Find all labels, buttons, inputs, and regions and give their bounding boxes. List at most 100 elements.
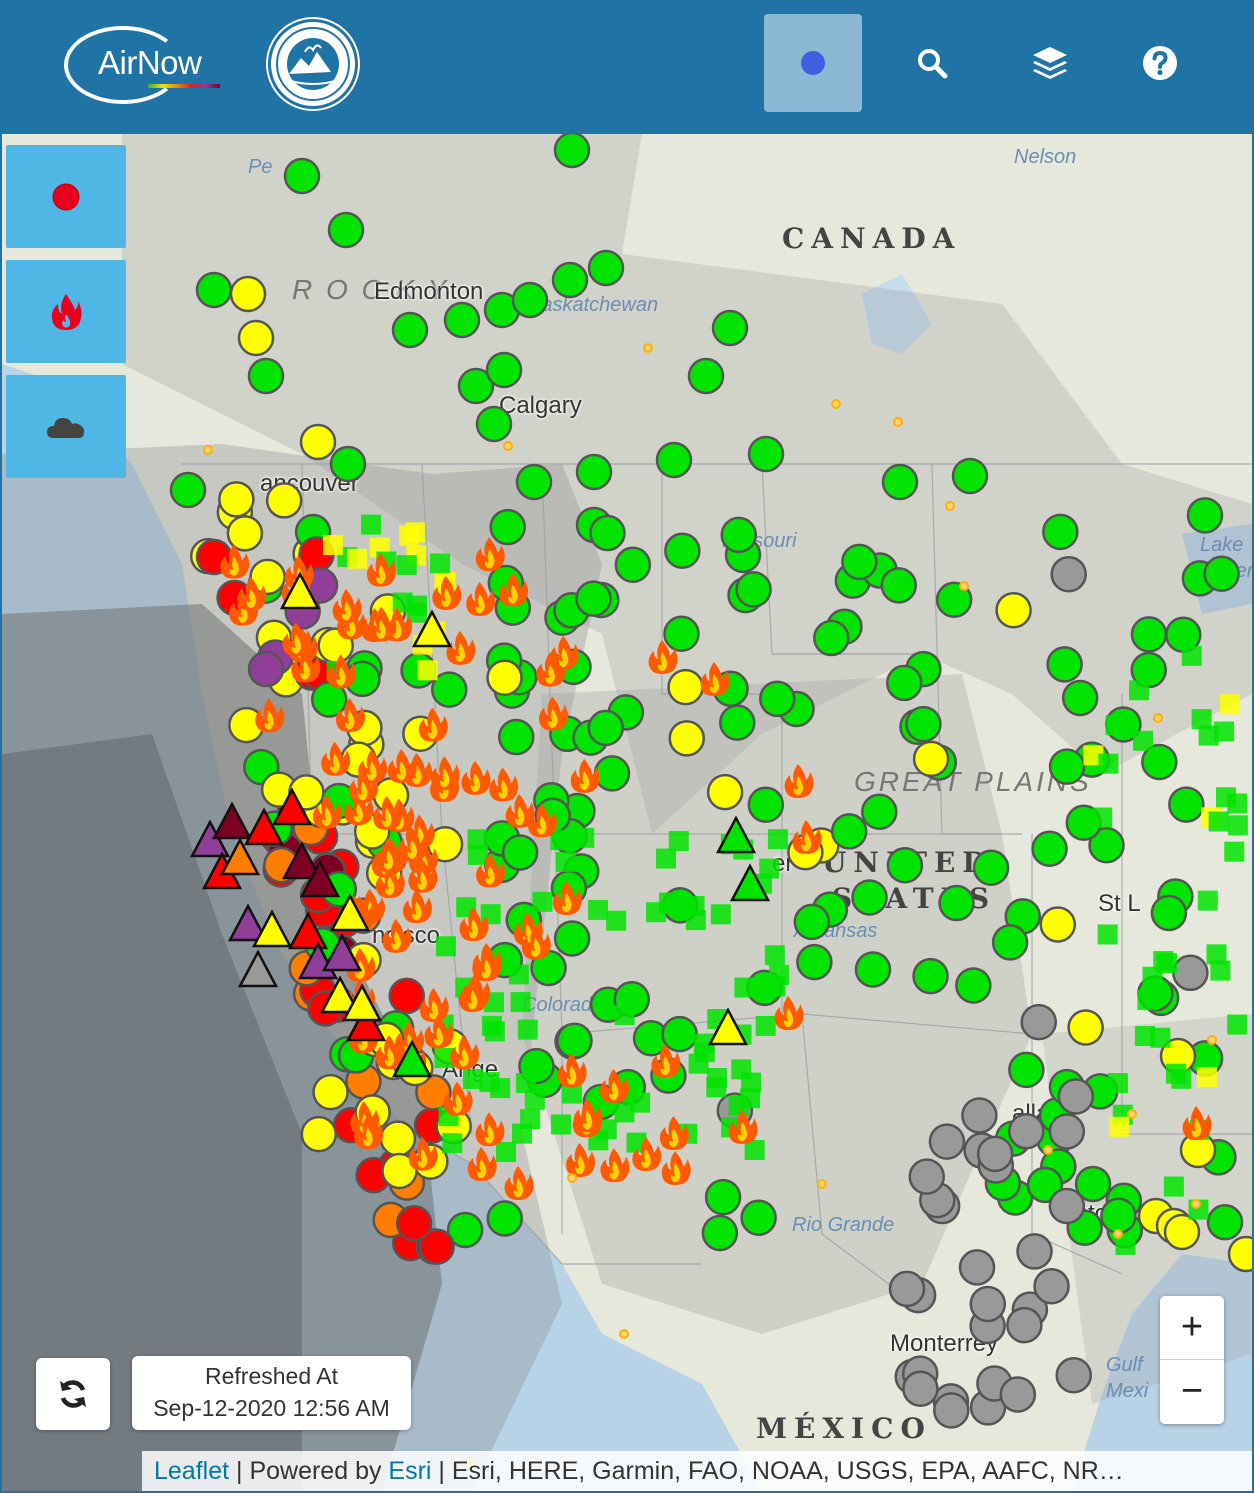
- monitor-marker[interactable]: [976, 1135, 1014, 1173]
- monitor-marker[interactable]: [299, 423, 337, 461]
- monitor-marker[interactable]: [1048, 748, 1086, 785]
- monitor-marker[interactable]: [589, 514, 626, 552]
- airnow-logo[interactable]: AirNow: [64, 22, 229, 108]
- monitor-marker[interactable]: [587, 249, 625, 287]
- monitor-marker[interactable]: [706, 773, 744, 811]
- monitor-marker[interactable]: [556, 1022, 593, 1060]
- monitor-marker[interactable]: [663, 615, 700, 652]
- fire-marker[interactable]: [418, 707, 448, 742]
- monitor-marker[interactable]: [830, 813, 868, 850]
- sensor-marker[interactable]: [1224, 841, 1245, 862]
- fire-marker[interactable]: [387, 749, 417, 784]
- sensor-marker[interactable]: [755, 1015, 776, 1036]
- monitor-marker[interactable]: [443, 301, 481, 339]
- sensor-marker[interactable]: [1109, 1116, 1130, 1137]
- sensor-marker[interactable]: [1227, 815, 1248, 836]
- hotspot-marker[interactable]: [1127, 1109, 1137, 1119]
- fire-marker[interactable]: [659, 1116, 689, 1151]
- monitor-marker[interactable]: [593, 755, 631, 792]
- fire-marker[interactable]: [538, 696, 569, 731]
- monitor-marker[interactable]: [475, 405, 513, 443]
- sensor-marker[interactable]: [1165, 1063, 1186, 1084]
- monitor-marker[interactable]: [704, 1178, 742, 1216]
- monitor-marker[interactable]: [1006, 1306, 1043, 1344]
- sensor-marker[interactable]: [646, 902, 667, 923]
- hotspot-marker[interactable]: [945, 501, 955, 511]
- monitor-marker[interactable]: [972, 849, 1010, 887]
- hotspot-marker[interactable]: [1043, 1145, 1053, 1155]
- sensor-marker[interactable]: [1219, 694, 1240, 715]
- fire-marker[interactable]: [570, 758, 600, 793]
- monitor-marker[interactable]: [195, 271, 233, 309]
- sensor-marker[interactable]: [606, 910, 627, 931]
- esri-link[interactable]: Esri: [388, 1457, 431, 1485]
- monitor-marker[interactable]: [169, 471, 207, 509]
- monitor-marker[interactable]: [908, 1158, 946, 1195]
- monitor-marker[interactable]: [312, 1073, 349, 1111]
- sensor-marker[interactable]: [1196, 1067, 1217, 1088]
- monitor-marker[interactable]: [1042, 513, 1079, 551]
- monitor-marker[interactable]: [655, 441, 693, 479]
- leaflet-link[interactable]: Leaflet: [154, 1457, 229, 1485]
- hotspot-marker[interactable]: [643, 343, 653, 353]
- sensor-marker[interactable]: [524, 1089, 545, 1110]
- refresh-button[interactable]: [36, 1358, 110, 1430]
- monitor-marker[interactable]: [740, 1199, 777, 1236]
- monitor-marker[interactable]: [701, 1214, 739, 1252]
- sensor-marker[interactable]: [731, 1059, 752, 1080]
- monitor-marker[interactable]: [575, 453, 613, 491]
- monitor-marker[interactable]: [886, 664, 923, 702]
- monitor-marker[interactable]: [226, 515, 264, 552]
- monitor-marker[interactable]: [711, 309, 749, 347]
- monitor-marker[interactable]: [813, 619, 850, 657]
- monitor-marker[interactable]: [486, 1200, 524, 1237]
- monitor-marker[interactable]: [1046, 646, 1083, 683]
- monitor-marker[interactable]: [999, 1376, 1037, 1413]
- monitor-marker[interactable]: [955, 967, 992, 1004]
- fire-marker[interactable]: [430, 756, 460, 791]
- monitor-marker[interactable]: [886, 846, 924, 884]
- monitor-marker[interactable]: [668, 720, 705, 757]
- sensor-marker[interactable]: [1092, 807, 1113, 828]
- monitor-marker[interactable]: [661, 1015, 698, 1053]
- fire-marker[interactable]: [1182, 1106, 1212, 1140]
- fires-layer-button[interactable]: [6, 260, 126, 363]
- sensor-marker[interactable]: [1214, 721, 1235, 742]
- monitor-marker[interactable]: [1061, 679, 1099, 717]
- sensor-marker[interactable]: [399, 525, 420, 546]
- temporary-monitor-marker[interactable]: [211, 801, 253, 840]
- fire-marker[interactable]: [467, 1146, 497, 1181]
- monitor-marker[interactable]: [327, 211, 365, 249]
- monitor-marker[interactable]: [283, 157, 321, 195]
- monitor-marker[interactable]: [841, 543, 878, 581]
- monitor-marker[interactable]: [851, 879, 888, 916]
- monitor-marker[interactable]: [793, 903, 831, 941]
- sensor-marker[interactable]: [490, 1078, 511, 1099]
- fire-marker[interactable]: [461, 760, 491, 795]
- fire-marker[interactable]: [475, 1112, 505, 1147]
- fire-marker[interactable]: [792, 820, 822, 854]
- monitor-marker[interactable]: [1055, 1356, 1092, 1394]
- monitor-marker[interactable]: [379, 1120, 417, 1157]
- sensor-marker[interactable]: [1197, 890, 1218, 911]
- zoom-in-button[interactable]: +: [1160, 1296, 1224, 1360]
- sensor-marker[interactable]: [1132, 730, 1153, 751]
- sensor-marker[interactable]: [1227, 1014, 1248, 1035]
- hotspot-marker[interactable]: [817, 1179, 827, 1189]
- sensor-marker[interactable]: [668, 831, 689, 852]
- sensor-marker[interactable]: [442, 1133, 463, 1154]
- monitor-marker[interactable]: [747, 435, 785, 473]
- search-button[interactable]: [883, 14, 981, 112]
- monitor-marker[interactable]: [497, 718, 535, 756]
- monitor-marker[interactable]: [501, 834, 539, 871]
- fire-marker[interactable]: [600, 1148, 630, 1183]
- monitor-marker[interactable]: [881, 463, 919, 501]
- monitor-marker[interactable]: [553, 134, 591, 169]
- fire-marker[interactable]: [489, 767, 519, 802]
- monitor-marker[interactable]: [1048, 1187, 1086, 1225]
- monitor-marker[interactable]: [796, 943, 833, 981]
- monitor-marker[interactable]: [489, 508, 526, 546]
- sensor-marker[interactable]: [510, 992, 531, 1013]
- monitor-marker[interactable]: [395, 1204, 433, 1242]
- monitor-marker[interactable]: [1020, 1003, 1058, 1041]
